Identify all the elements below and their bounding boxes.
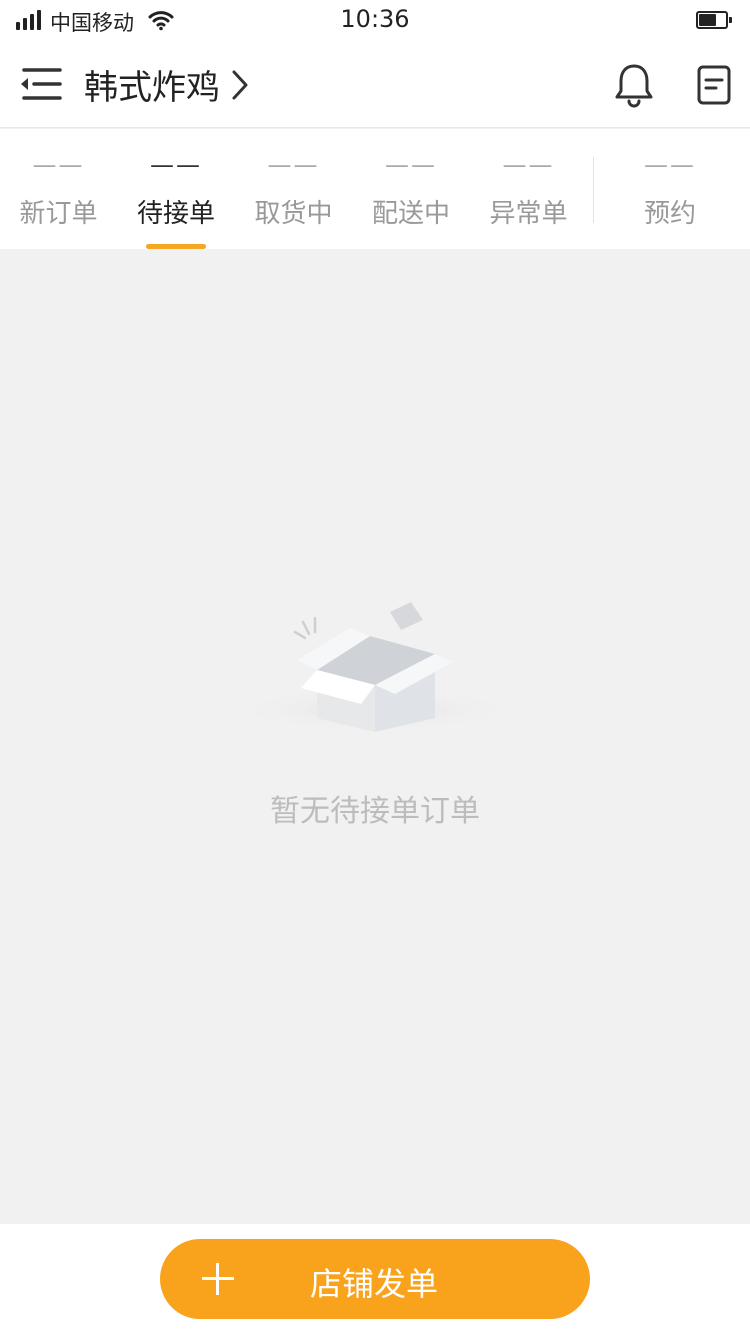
tab-count: —— <box>267 151 320 179</box>
tab-label: 预约 <box>643 199 696 229</box>
order-document-icon[interactable] <box>694 64 734 106</box>
tab-count: —— <box>644 151 696 179</box>
tab-label: 异常单 <box>489 199 568 229</box>
chevron-right-icon <box>232 70 248 99</box>
tab-count: —— <box>502 151 555 179</box>
status-bar: 中国移动 10:36 <box>0 0 750 40</box>
tab-label: 新订单 <box>19 199 98 229</box>
tab-label: 待接单 <box>136 199 215 229</box>
tab-new-orders[interactable]: —— 新订单 <box>0 129 117 249</box>
header: 韩式炸鸡 <box>0 40 750 128</box>
menu-collapse-icon[interactable] <box>18 64 62 104</box>
create-order-button[interactable]: 店铺发单 <box>160 1239 590 1319</box>
active-tab-indicator <box>146 244 206 249</box>
store-selector[interactable]: 韩式炸鸡 <box>84 60 250 109</box>
footer-bar: 店铺发单 <box>0 1224 750 1334</box>
order-status-tabs: —— 新订单 —— 待接单 —— 取货中 —— 配送中 —— 异常单 —— 预约 <box>0 129 750 249</box>
status-time: 10:36 <box>340 5 410 33</box>
tab-count: —— <box>150 151 202 179</box>
tab-label: 配送中 <box>371 199 450 229</box>
battery-icon <box>696 11 732 29</box>
tab-picking-up[interactable]: —— 取货中 <box>235 129 352 249</box>
tab-count: —— <box>32 151 85 179</box>
bell-icon[interactable] <box>612 62 656 108</box>
tab-count: —— <box>385 151 437 179</box>
plus-icon <box>202 1263 234 1295</box>
tab-label: 取货中 <box>254 199 333 229</box>
tab-reservations[interactable]: —— 预约 <box>600 129 740 249</box>
tab-delivering[interactable]: —— 配送中 <box>352 129 470 249</box>
tab-pending-acceptance[interactable]: —— 待接单 <box>117 129 235 249</box>
empty-box-icon <box>230 602 520 732</box>
store-name: 韩式炸鸡 <box>84 68 220 108</box>
tab-divider <box>593 157 594 223</box>
tab-exceptions[interactable]: —— 异常单 <box>470 129 587 249</box>
empty-state-message: 暂无待接单订单 <box>270 794 480 829</box>
create-order-label: 店铺发单 <box>310 1265 439 1303</box>
